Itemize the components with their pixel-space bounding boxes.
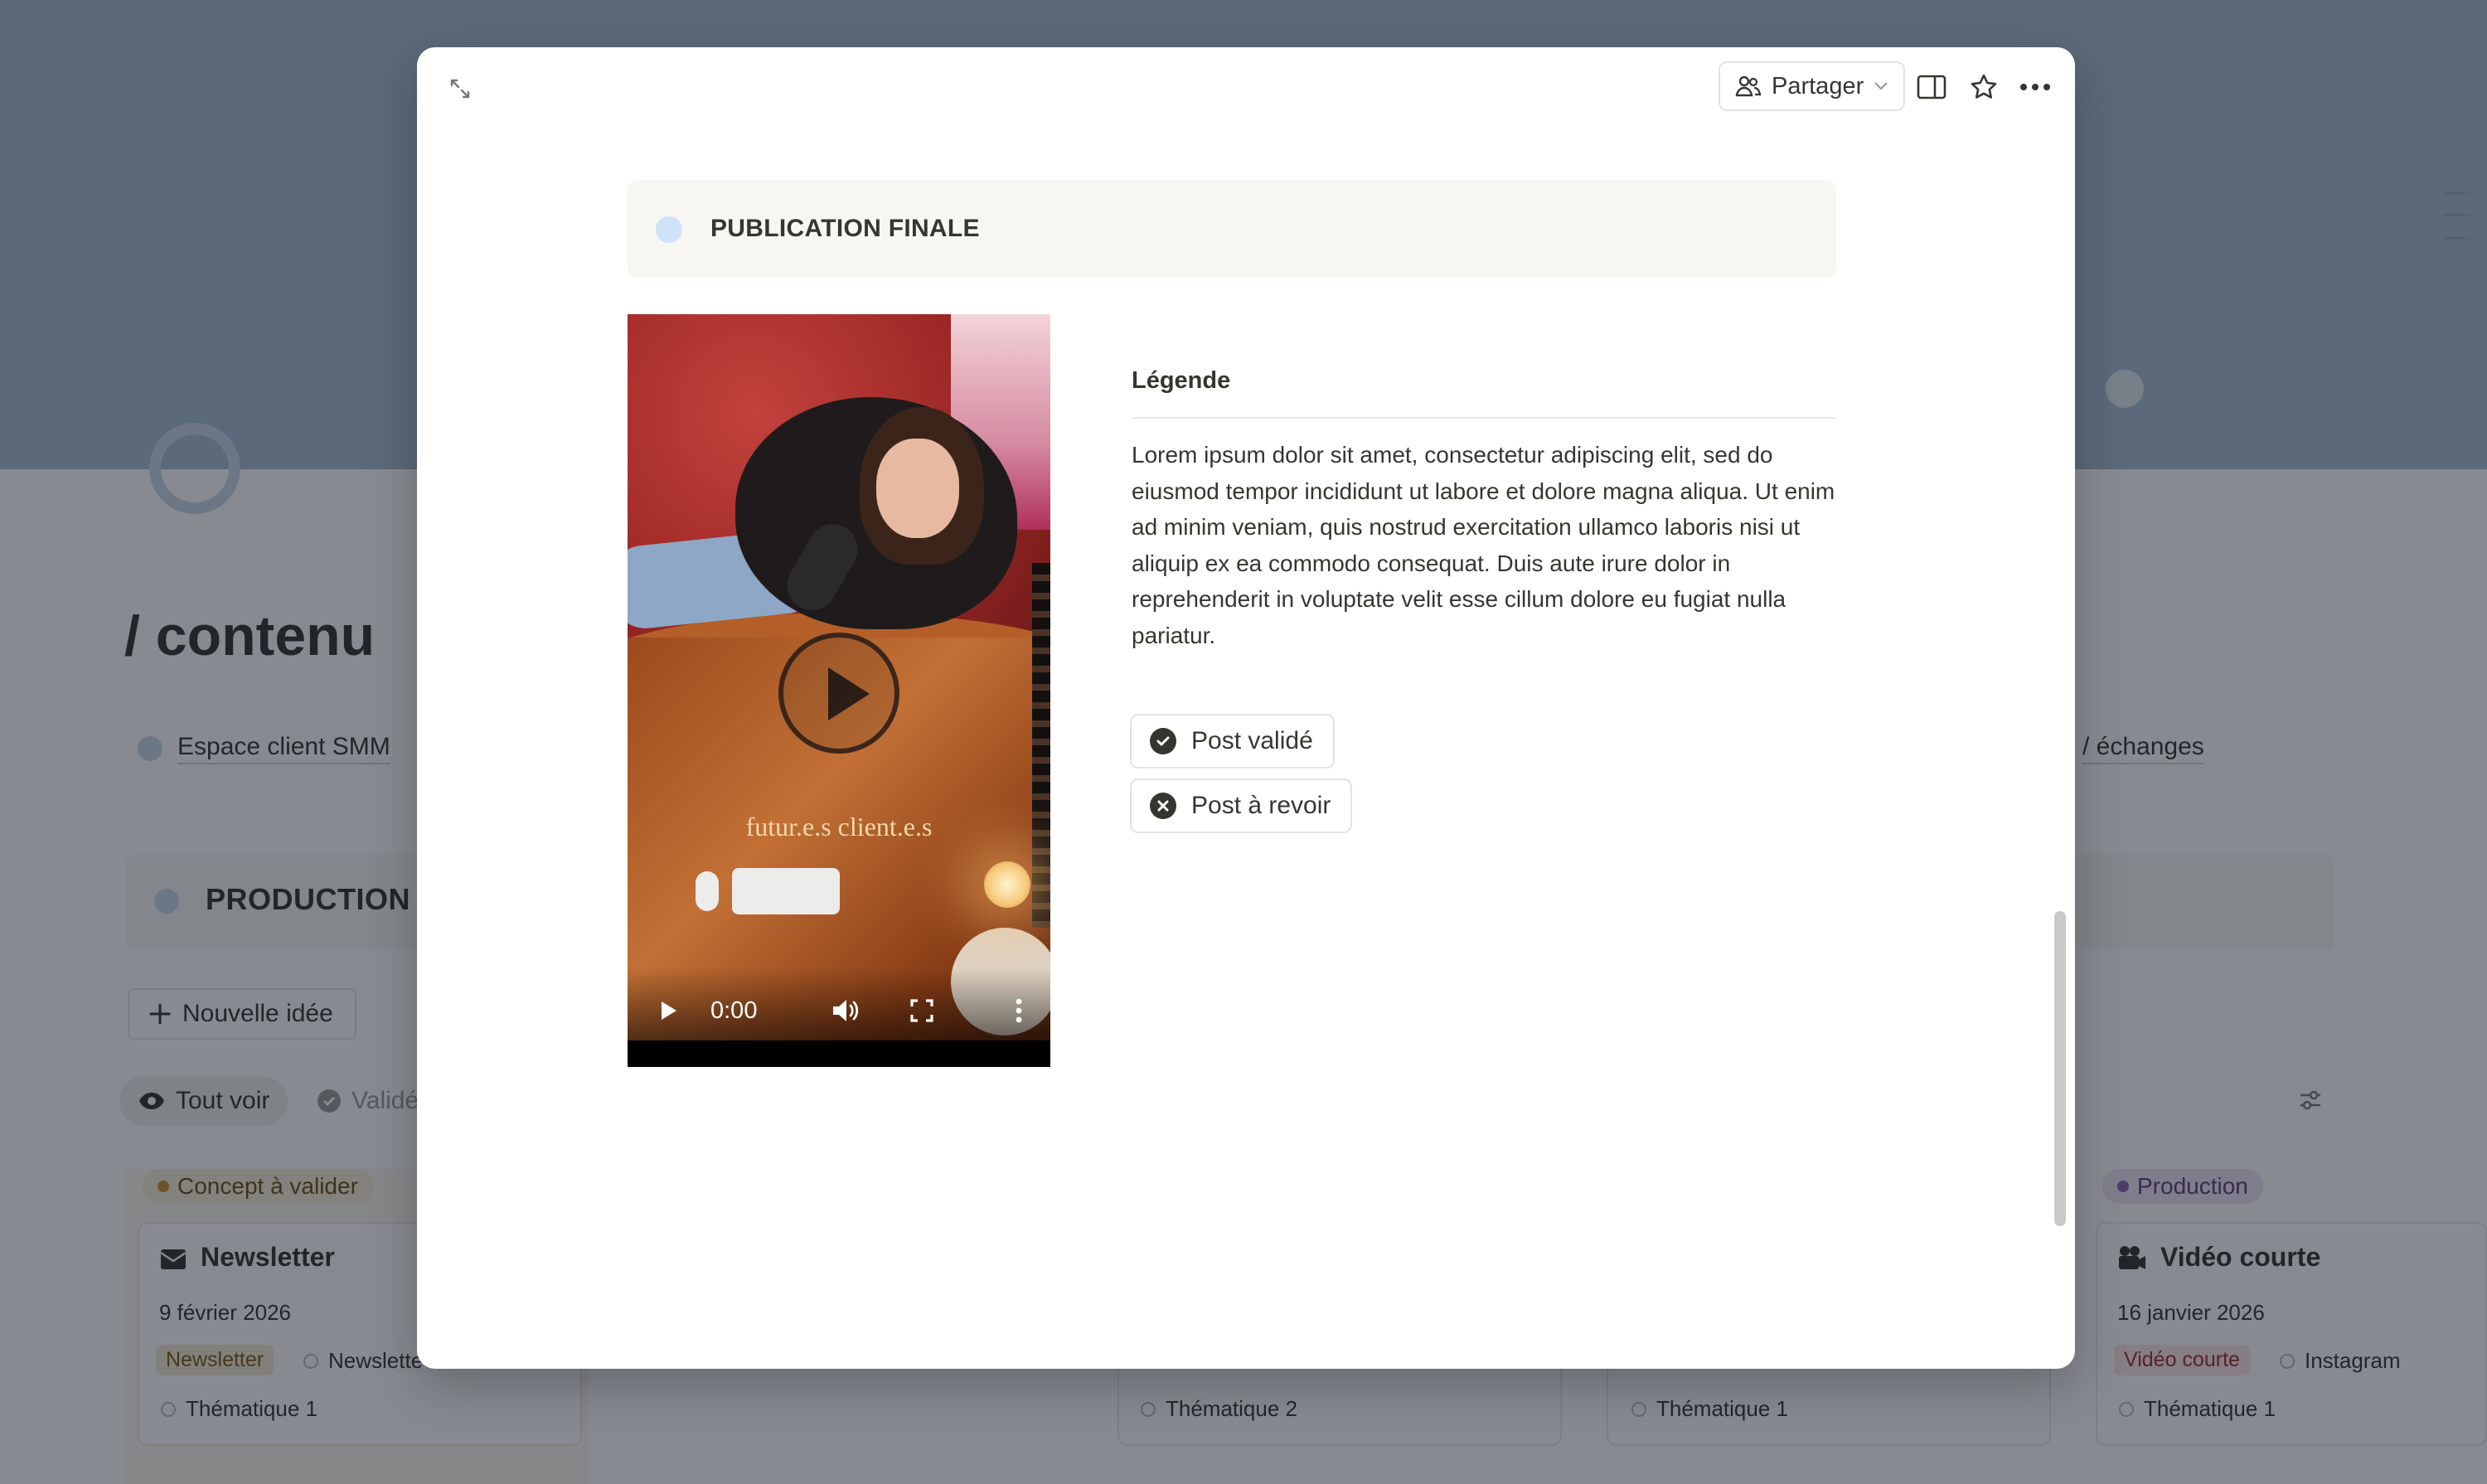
star-icon	[1971, 74, 1997, 99]
video-frame-detail	[732, 868, 840, 914]
publication-heading: PUBLICATION FINALE	[710, 215, 980, 242]
video-frame-detail	[984, 861, 1030, 908]
share-label: Partager	[1772, 72, 1864, 99]
play-icon	[662, 1001, 676, 1020]
video-frame-detail	[876, 439, 959, 538]
fullscreen-control[interactable]	[908, 997, 936, 1024]
share-button[interactable]: Partager	[1719, 61, 1906, 111]
publication-callout: PUBLICATION FINALE	[628, 180, 1836, 278]
fullscreen-icon	[910, 999, 933, 1022]
post-approved-button[interactable]: Post validé	[1130, 714, 1335, 769]
page-preview-modal: Partager PUBLICATION FINALE futur.e.s cl…	[417, 47, 2075, 1369]
post-approved-label: Post validé	[1191, 727, 1313, 754]
more-button[interactable]	[2015, 67, 2055, 107]
play-icon	[828, 667, 870, 720]
video-letterbox	[628, 1040, 1050, 1067]
x-circle-icon	[1150, 793, 1176, 819]
video-frame-detail	[696, 871, 719, 911]
video-time: 0:00	[710, 997, 758, 1024]
check-circle-icon	[1150, 728, 1176, 754]
expand-diagonal-icon	[450, 79, 470, 99]
ellipsis-icon	[2020, 84, 2050, 90]
video-options-control[interactable]	[1011, 996, 1027, 1026]
video-overlay-text: futur.e.s client.e.s	[745, 812, 933, 841]
callout-dot-icon	[656, 216, 682, 243]
video-frame-detail	[1032, 563, 1050, 928]
people-icon	[1735, 75, 1762, 97]
caption-heading: Légende	[1132, 367, 1231, 394]
video-player[interactable]: futur.e.s client.e.s 0:00	[628, 314, 1050, 1067]
post-revise-button[interactable]: Post à revoir	[1130, 778, 1353, 833]
side-panel-button[interactable]	[1912, 67, 1951, 107]
caption-text: Lorem ipsum dolor sit amet, consectetur …	[1132, 442, 1835, 648]
modal-scrollbar[interactable]	[2054, 911, 2066, 1226]
favorite-button[interactable]	[1964, 67, 2004, 107]
side-panel-icon	[1917, 75, 1946, 99]
volume-control[interactable]	[830, 996, 863, 1026]
expand-button[interactable]	[442, 70, 478, 107]
chevron-down-icon	[1874, 82, 1888, 90]
caption-divider	[1132, 417, 1836, 419]
post-revise-label: Post à revoir	[1191, 792, 1331, 819]
volume-icon	[833, 1000, 859, 1021]
play-control[interactable]	[656, 997, 682, 1024]
vertical-ellipsis-icon	[1016, 998, 1022, 1023]
